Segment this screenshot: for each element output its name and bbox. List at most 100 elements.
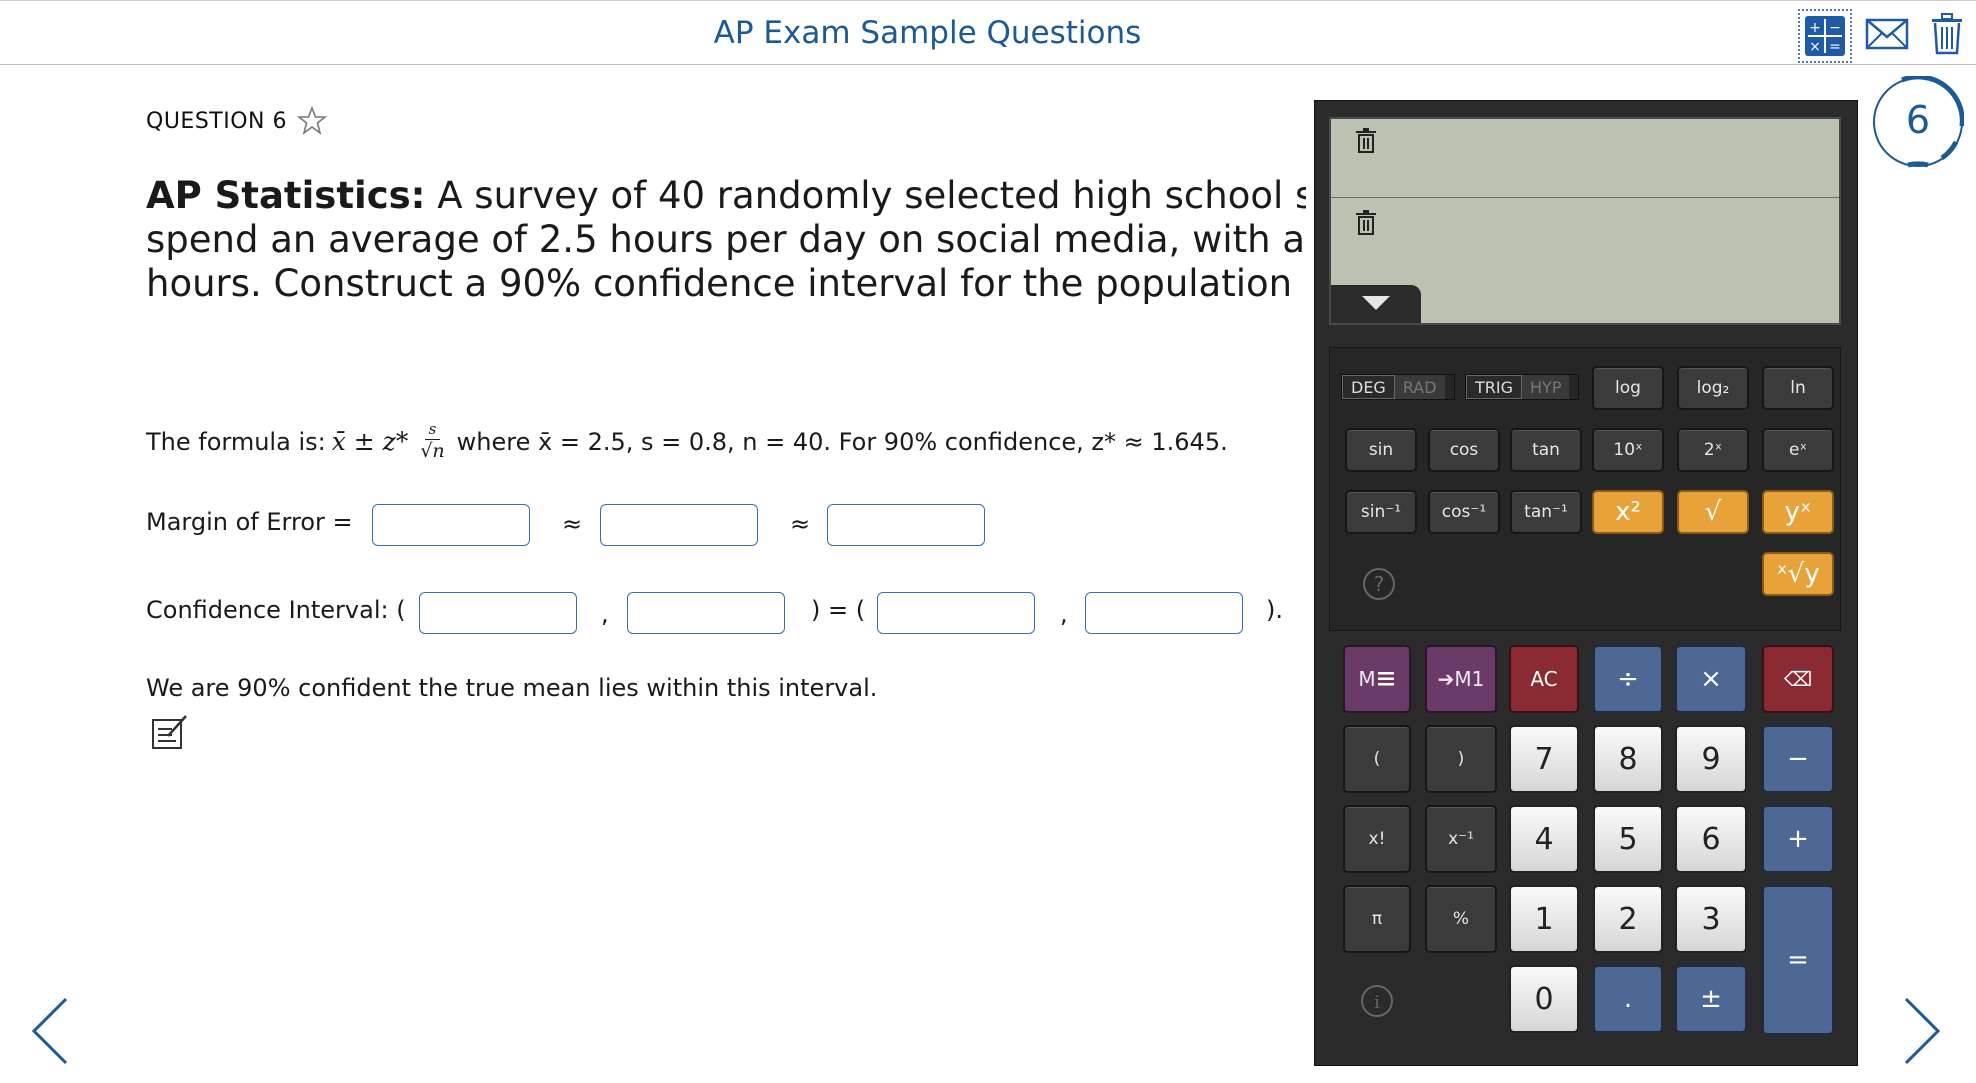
ten-power-key[interactable]: 10ˣ bbox=[1592, 428, 1664, 472]
deg-mode[interactable]: DEG bbox=[1342, 375, 1395, 399]
question-label-row: QUESTION 6 bbox=[146, 106, 327, 136]
right-paren-key[interactable]: ) bbox=[1425, 725, 1497, 793]
pi-key[interactable]: π bbox=[1343, 885, 1411, 953]
svg-text:−: − bbox=[1829, 20, 1841, 36]
store-m1-key[interactable]: ➔M1 bbox=[1425, 645, 1497, 713]
plus-key[interactable]: + bbox=[1762, 805, 1834, 873]
stem-line-2: spend an average of 2.5 hours per day on… bbox=[146, 218, 1306, 261]
moe-input-1[interactable] bbox=[372, 504, 530, 546]
digit-3-key[interactable]: 3 bbox=[1675, 885, 1747, 953]
display-clear-line-2-icon[interactable] bbox=[1355, 209, 1377, 235]
approx-symbol-2: ≈ bbox=[790, 510, 811, 538]
memory-key[interactable]: M bbox=[1343, 645, 1411, 713]
digit-9-key[interactable]: 9 bbox=[1675, 725, 1747, 793]
star-icon[interactable] bbox=[296, 106, 327, 136]
svg-text:=: = bbox=[1829, 39, 1841, 55]
two-power-key[interactable]: 2ˣ bbox=[1677, 428, 1749, 472]
e-power-key[interactable]: eˣ bbox=[1762, 428, 1834, 472]
scientific-keypad: DEG RAD TRIG HYP log log₂ ln sin cos tan… bbox=[1329, 347, 1841, 631]
header-bar: AP Exam Sample Questions + − × = bbox=[0, 0, 1976, 65]
reciprocal-key[interactable]: x⁻¹ bbox=[1425, 805, 1497, 873]
angle-mode-toggle[interactable]: DEG RAD bbox=[1341, 374, 1455, 400]
formula-numerator: s bbox=[424, 422, 441, 440]
svg-text:+: + bbox=[1809, 20, 1821, 36]
nth-root-key[interactable]: ˣ√y bbox=[1762, 552, 1834, 596]
cos-key[interactable]: cos bbox=[1428, 428, 1500, 472]
ci-input-upper-expr[interactable] bbox=[627, 592, 785, 634]
backspace-key[interactable]: ⌫ bbox=[1762, 645, 1834, 713]
digit-1-key[interactable]: 1 bbox=[1509, 885, 1579, 953]
decimal-key[interactable]: . bbox=[1593, 965, 1663, 1033]
tan-key[interactable]: tan bbox=[1510, 428, 1582, 472]
stem-line-3: hours. Construct a 90% confidence interv… bbox=[146, 262, 1306, 305]
divide-key[interactable]: ÷ bbox=[1593, 645, 1663, 713]
formula-suffix: where x̄ = 2.5, s = 0.8, n = 40. For 90%… bbox=[456, 427, 1228, 456]
formula-math: x̄ ± z* bbox=[331, 427, 409, 456]
rad-mode[interactable]: RAD bbox=[1394, 375, 1445, 399]
ci-label: Confidence Interval: ( bbox=[146, 596, 406, 624]
trash-icon[interactable] bbox=[1922, 9, 1972, 59]
minus-key[interactable]: − bbox=[1762, 725, 1834, 793]
ci-comma-1: , bbox=[601, 600, 609, 628]
ci-input-lower-expr[interactable] bbox=[419, 592, 577, 634]
digit-8-key[interactable]: 8 bbox=[1593, 725, 1663, 793]
log-key[interactable]: log bbox=[1592, 366, 1664, 410]
percent-key[interactable]: % bbox=[1425, 885, 1497, 953]
ci-input-lower-value[interactable] bbox=[877, 592, 1035, 634]
digit-7-key[interactable]: 7 bbox=[1509, 725, 1579, 793]
conclusion-text: We are 90% confident the true mean lies … bbox=[146, 674, 878, 702]
asin-key[interactable]: sin⁻¹ bbox=[1345, 490, 1417, 534]
page-title: AP Exam Sample Questions bbox=[713, 15, 1142, 51]
factorial-key[interactable]: x! bbox=[1343, 805, 1411, 873]
log2-key[interactable]: log₂ bbox=[1677, 366, 1749, 410]
ci-input-upper-value[interactable] bbox=[1085, 592, 1243, 634]
moe-input-2[interactable] bbox=[600, 504, 758, 546]
chevron-down-icon bbox=[1362, 296, 1390, 310]
notepad-icon[interactable] bbox=[150, 712, 190, 752]
ci-equals: ) = ( bbox=[811, 596, 866, 624]
svg-text:i: i bbox=[1374, 992, 1380, 1013]
moe-input-3[interactable] bbox=[827, 504, 985, 546]
digit-2-key[interactable]: 2 bbox=[1593, 885, 1663, 953]
square-key[interactable]: x² bbox=[1592, 490, 1664, 534]
next-arrow-icon[interactable] bbox=[1902, 996, 1942, 1066]
power-key[interactable]: yˣ bbox=[1762, 490, 1834, 534]
hyp-mode[interactable]: HYP bbox=[1522, 375, 1570, 399]
display-clear-line-1-icon[interactable] bbox=[1355, 127, 1377, 153]
svg-text:×: × bbox=[1809, 39, 1821, 55]
moe-label: Margin of Error = bbox=[146, 508, 353, 536]
plus-minus-key[interactable]: ± bbox=[1675, 965, 1747, 1033]
digit-4-key[interactable]: 4 bbox=[1509, 805, 1579, 873]
formula-denominator: √n bbox=[420, 440, 445, 462]
ci-close: ). bbox=[1266, 596, 1283, 624]
calculator-display bbox=[1329, 117, 1841, 325]
left-paren-key[interactable]: ( bbox=[1343, 725, 1411, 793]
acos-key[interactable]: cos⁻¹ bbox=[1428, 490, 1500, 534]
info-icon[interactable]: i bbox=[1359, 983, 1395, 1019]
all-clear-key[interactable]: AC bbox=[1509, 645, 1579, 713]
mail-icon[interactable] bbox=[1862, 9, 1912, 59]
previous-arrow-icon[interactable] bbox=[30, 996, 70, 1066]
sin-key[interactable]: sin bbox=[1345, 428, 1417, 472]
calculator-icon[interactable]: + − × = bbox=[1798, 9, 1852, 63]
ci-comma-2: , bbox=[1060, 600, 1068, 628]
digit-0-key[interactable]: 0 bbox=[1509, 965, 1579, 1033]
digit-6-key[interactable]: 6 bbox=[1675, 805, 1747, 873]
help-icon[interactable]: ? bbox=[1361, 566, 1397, 602]
digit-5-key[interactable]: 5 bbox=[1593, 805, 1663, 873]
stem-subject: AP Statistics: bbox=[146, 174, 426, 217]
formula-prefix: The formula is: bbox=[146, 427, 326, 456]
display-history-toggle[interactable] bbox=[1331, 285, 1421, 323]
list-icon bbox=[1377, 672, 1394, 686]
formula-row: The formula is: x̄ ± z* s √n where x̄ = … bbox=[146, 422, 1228, 461]
multiply-key[interactable]: × bbox=[1675, 645, 1747, 713]
question-label: QUESTION 6 bbox=[146, 108, 287, 134]
ln-key[interactable]: ln bbox=[1762, 366, 1834, 410]
question-stem: AP Statistics: A survey of 40 randomly s… bbox=[146, 174, 1306, 306]
trig-mode[interactable]: TRIG bbox=[1466, 375, 1523, 399]
atan-key[interactable]: tan⁻¹ bbox=[1510, 490, 1582, 534]
display-divider bbox=[1331, 197, 1839, 198]
equals-key[interactable]: = bbox=[1762, 885, 1834, 1035]
function-mode-toggle[interactable]: TRIG HYP bbox=[1465, 374, 1579, 400]
sqrt-key[interactable]: √ bbox=[1677, 490, 1749, 534]
